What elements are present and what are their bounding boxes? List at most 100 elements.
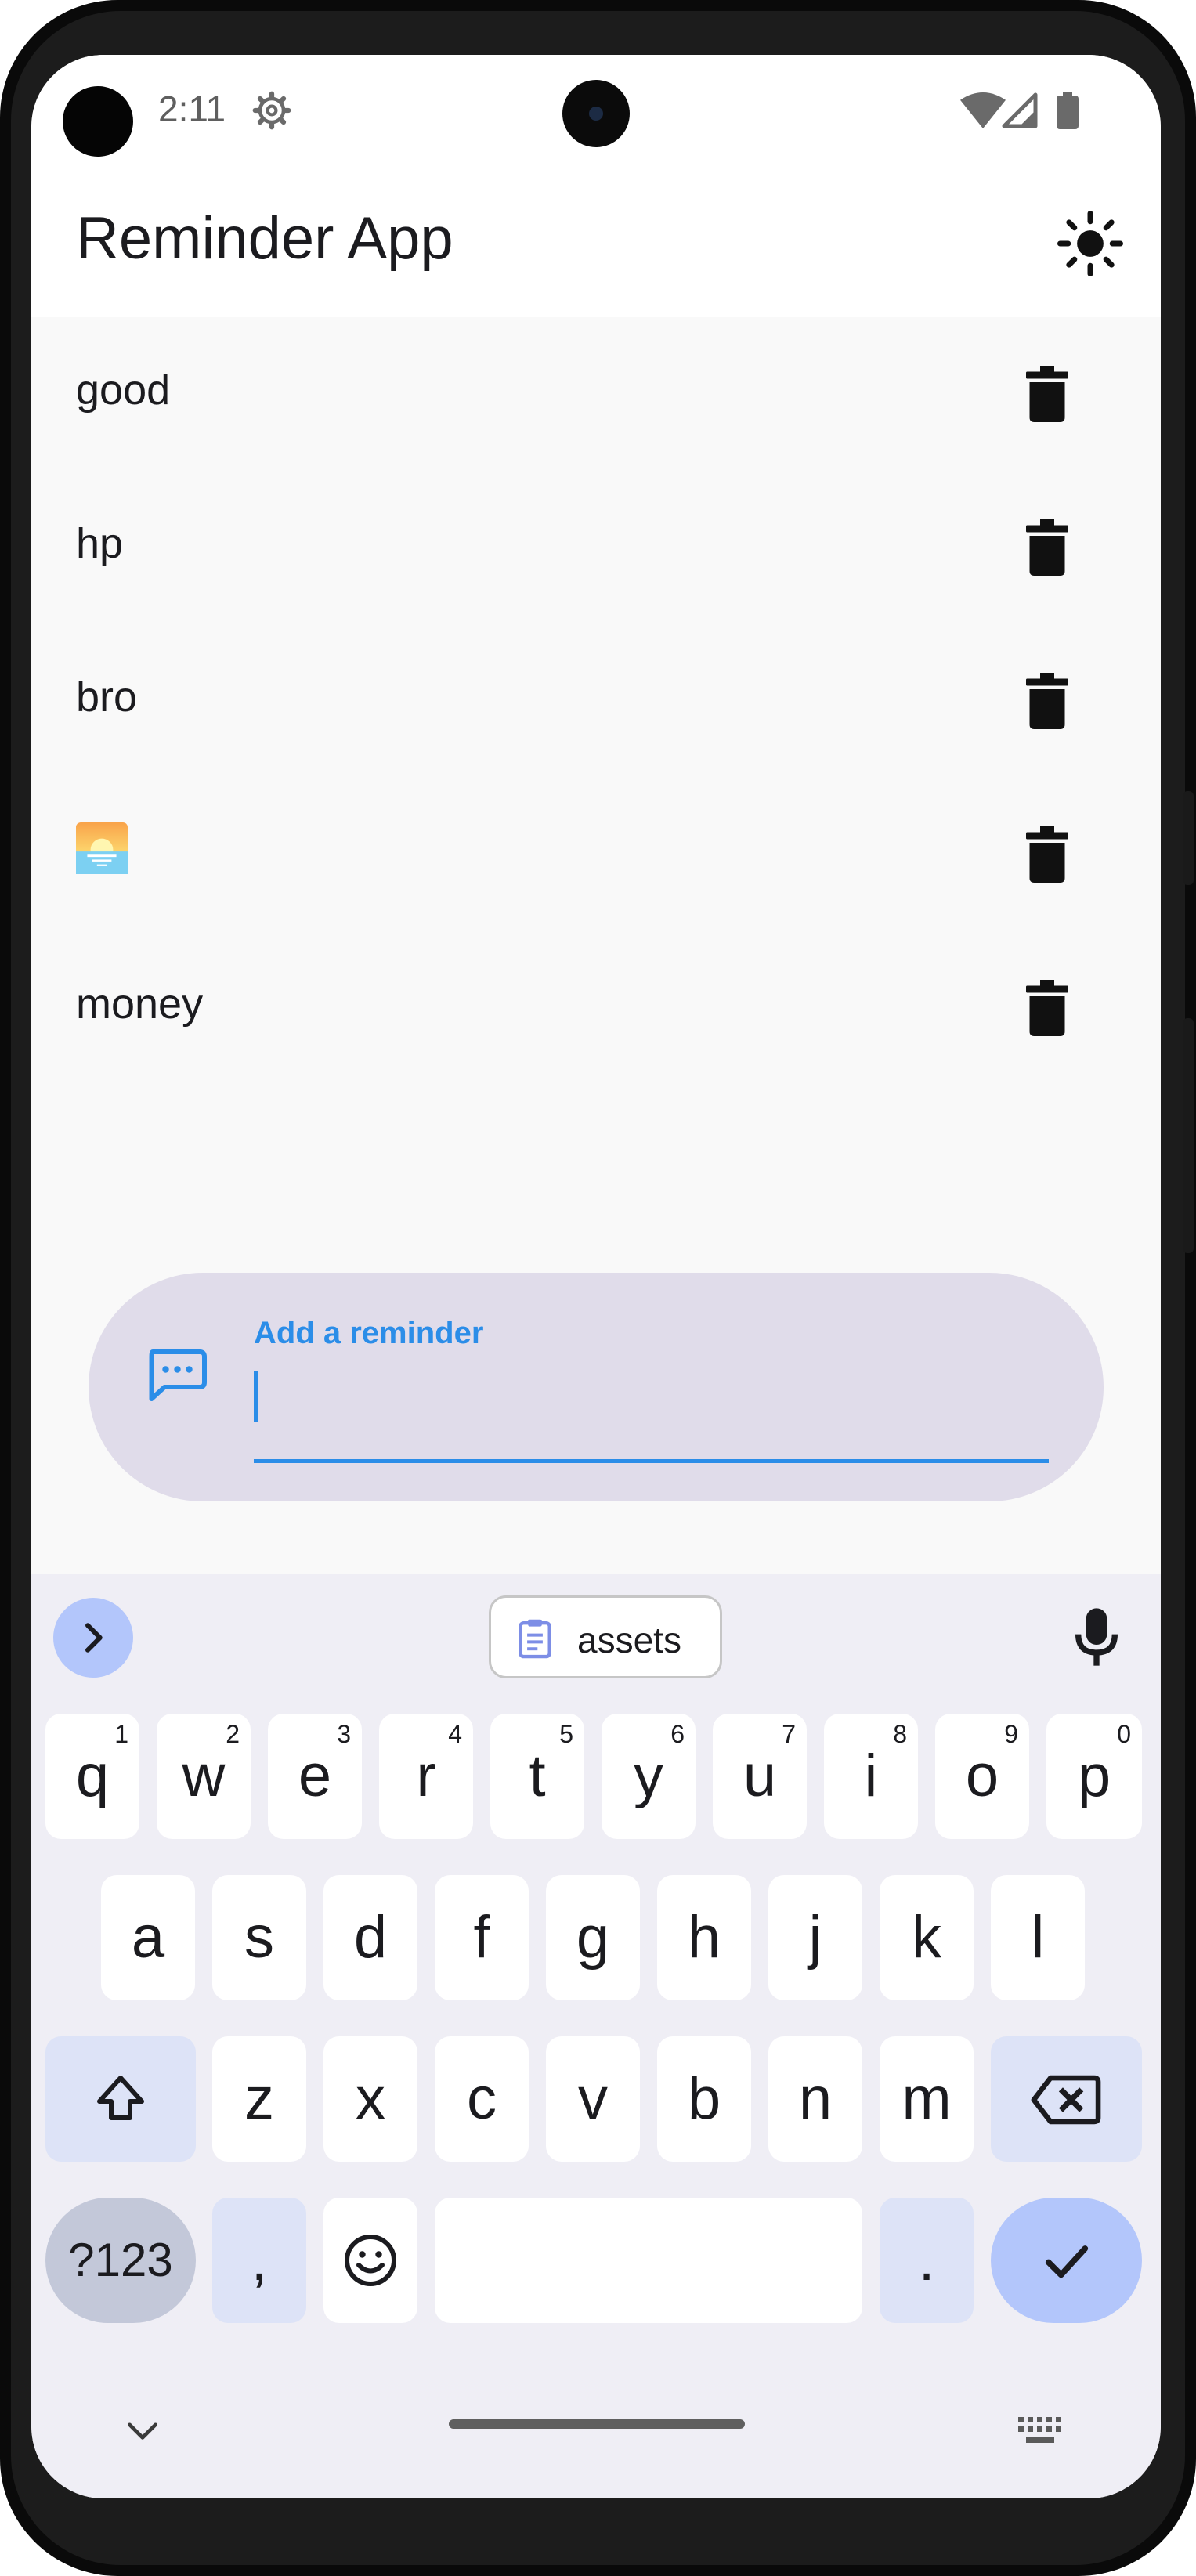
space-key[interactable]: [435, 2198, 862, 2323]
reminder-list: good hp bro money: [31, 317, 1161, 1085]
wifi-icon: [960, 92, 1006, 128]
microphone-icon[interactable]: [1073, 1606, 1120, 1668]
field-underline: [254, 1459, 1049, 1463]
key-w[interactable]: w2: [157, 1714, 251, 1839]
key-label: h: [687, 1904, 721, 1971]
key-label: y: [634, 1743, 663, 1809]
key-z[interactable]: z: [212, 2036, 306, 2162]
key-label: w: [182, 1743, 226, 1809]
key-label: i: [864, 1743, 878, 1809]
key-x[interactable]: x: [323, 2036, 417, 2162]
settings-gear-icon: [252, 91, 291, 130]
add-reminder-card: Add a reminder: [89, 1273, 1104, 1501]
key-label: a: [131, 1904, 165, 1971]
key-j[interactable]: j: [768, 1875, 862, 2000]
key-y[interactable]: y6: [602, 1714, 696, 1839]
status-bar: 2:11: [31, 55, 1161, 176]
key-v[interactable]: v: [546, 2036, 640, 2162]
key-label: g: [576, 1904, 610, 1971]
reminder-item[interactable]: bro: [31, 624, 1161, 778]
key-hint: 9: [1004, 1720, 1018, 1748]
key-h[interactable]: h: [657, 1875, 751, 2000]
phone-frame: 2:11 Reminder App good hp bro money Add …: [0, 0, 1196, 2576]
reminder-text: bro: [76, 674, 138, 721]
message-icon: [149, 1349, 207, 1401]
key-q[interactable]: q1: [45, 1714, 139, 1839]
comma-key[interactable]: ,: [212, 2198, 306, 2323]
key-s[interactable]: s: [212, 1875, 306, 2000]
key-hint: 7: [782, 1720, 796, 1748]
key-label: t: [529, 1743, 546, 1809]
key-k[interactable]: k: [880, 1875, 974, 2000]
emoji-icon: [345, 2235, 396, 2286]
enter-key[interactable]: [991, 2198, 1142, 2323]
sunrise-emoji-icon: [76, 822, 128, 874]
key-u[interactable]: u7: [713, 1714, 807, 1839]
status-time: 2:11: [158, 89, 226, 129]
key-e[interactable]: e3: [268, 1714, 362, 1839]
key-hint: 0: [1117, 1720, 1131, 1748]
key-o[interactable]: o9: [935, 1714, 1029, 1839]
key-r[interactable]: r4: [379, 1714, 473, 1839]
navigation-bar: [31, 2389, 1161, 2498]
key-p[interactable]: p0: [1046, 1714, 1142, 1839]
key-a[interactable]: a: [101, 1875, 195, 2000]
delete-icon[interactable]: [1026, 519, 1068, 576]
reminder-item[interactable]: hp: [31, 471, 1161, 624]
app-title: Reminder App: [76, 205, 453, 272]
cell-signal-icon: [1002, 92, 1038, 128]
key-label: c: [467, 2065, 497, 2132]
key-i[interactable]: i8: [824, 1714, 918, 1839]
text-cursor: [254, 1371, 258, 1422]
key-hint: 3: [337, 1720, 351, 1748]
clipboard-icon: [519, 1619, 551, 1659]
home-indicator[interactable]: [449, 2419, 745, 2429]
key-label: d: [353, 1904, 388, 1971]
key-label: m: [902, 2065, 952, 2132]
brightness-toggle-icon[interactable]: [1056, 209, 1125, 278]
key-label: u: [743, 1743, 777, 1809]
period-key[interactable]: .: [880, 2198, 974, 2323]
reminder-input[interactable]: [254, 1360, 1040, 1433]
key-g[interactable]: g: [546, 1875, 640, 2000]
front-camera: [562, 80, 630, 147]
delete-icon[interactable]: [1026, 980, 1068, 1036]
reminder-item[interactable]: money: [31, 931, 1161, 1085]
reminder-item[interactable]: good: [31, 317, 1161, 471]
keyboard-expand-button[interactable]: [53, 1598, 133, 1678]
shift-key[interactable]: [45, 2036, 196, 2162]
key-label: k: [912, 1904, 941, 1971]
clipboard-suggestion-chip[interactable]: assets: [489, 1595, 722, 1678]
volume-button: [1183, 1018, 1194, 1253]
key-d[interactable]: d: [323, 1875, 417, 2000]
screen: 2:11 Reminder App good hp bro money Add …: [31, 55, 1161, 2498]
keyboard-switch-icon[interactable]: [1018, 2417, 1062, 2445]
delete-icon[interactable]: [1026, 366, 1068, 422]
hide-keyboard-chevron-icon[interactable]: [125, 2420, 160, 2444]
key-l[interactable]: l: [991, 1875, 1085, 2000]
key-b[interactable]: b: [657, 2036, 751, 2162]
delete-icon[interactable]: [1026, 826, 1068, 883]
key-n[interactable]: n: [768, 2036, 862, 2162]
key-hint: 1: [114, 1720, 128, 1748]
backspace-key[interactable]: [991, 2036, 1142, 2162]
power-button: [1183, 791, 1194, 885]
key-c[interactable]: c: [435, 2036, 529, 2162]
key-m[interactable]: m: [880, 2036, 974, 2162]
suggestion-text: assets: [577, 1620, 681, 1660]
emoji-key[interactable]: [323, 2198, 417, 2323]
delete-icon[interactable]: [1026, 673, 1068, 729]
key-f[interactable]: f: [435, 1875, 529, 2000]
backspace-icon: [1031, 2075, 1101, 2125]
key-t[interactable]: t5: [490, 1714, 584, 1839]
symbols-key[interactable]: ?123: [45, 2198, 196, 2323]
key-label: v: [578, 2065, 608, 2132]
key-label: ?123: [68, 2234, 173, 2286]
key-label: f: [473, 1904, 490, 1971]
shift-icon: [97, 2076, 144, 2120]
reminder-field-label: Add a reminder: [254, 1316, 484, 1350]
key-label: x: [356, 2065, 385, 2132]
reminder-text: money: [76, 981, 204, 1028]
key-hint: 2: [226, 1720, 240, 1748]
reminder-item[interactable]: [31, 778, 1161, 931]
